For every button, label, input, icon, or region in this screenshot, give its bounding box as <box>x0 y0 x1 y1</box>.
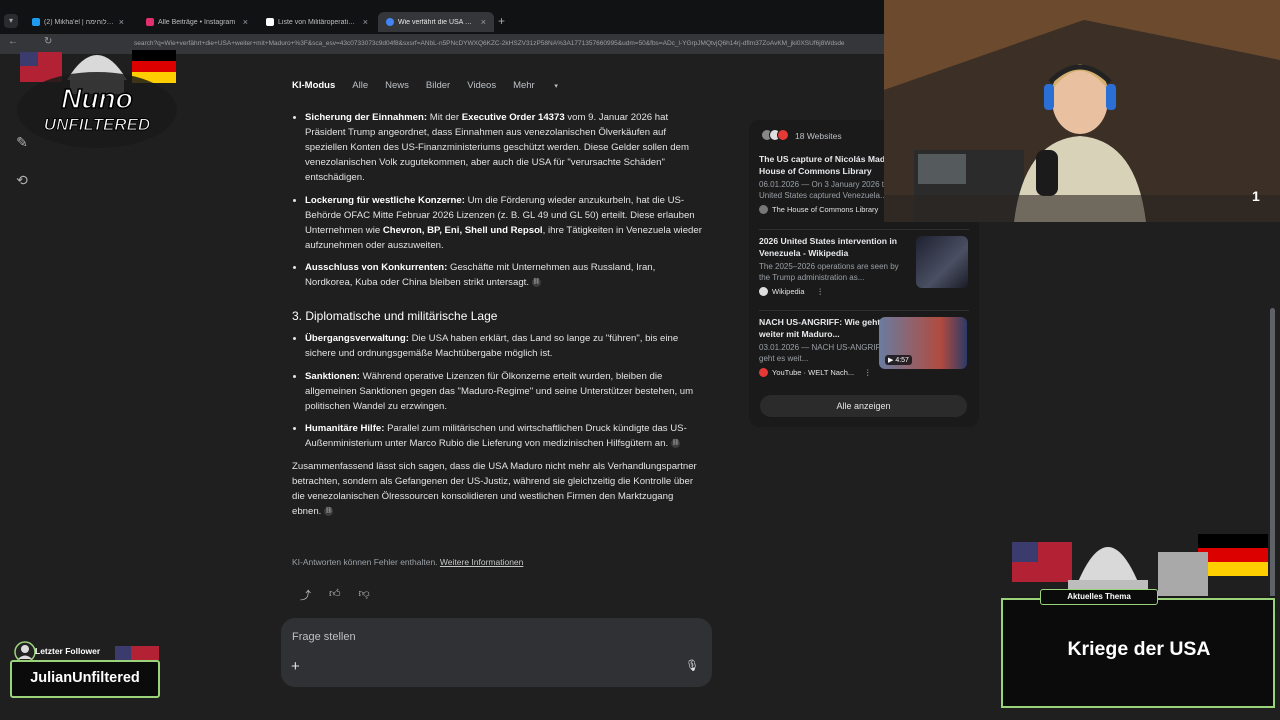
tab-bilder[interactable]: Bilder <box>426 80 450 94</box>
answer-list-economy: Sicherung der Einnahmen: Mit der Executi… <box>292 110 704 290</box>
source-origin: Wikipedia ⋮ <box>759 287 969 296</box>
more-options-icon[interactable]: ⋮ <box>817 287 825 296</box>
cam-counter: 1 <box>1252 188 1260 204</box>
logo-line-1: Nuno <box>61 83 133 114</box>
item-bold: Humanitäre Hilfe: <box>305 423 385 434</box>
tab-mehr[interactable]: Mehr ▾ <box>513 80 575 94</box>
plus-icon[interactable]: + <box>291 658 300 675</box>
item-bold-2: Executive Order 14373 <box>461 112 565 123</box>
channel-logo: Nuno UNFILTERED <box>17 50 177 148</box>
topic-text: Kriege der USA <box>1067 638 1211 660</box>
ai-answer: Sicherung der Einnahmen: Mit der Executi… <box>292 110 704 519</box>
video-thumbnail[interactable]: ▶ 4:57 <box>879 317 967 369</box>
thumbs-down-icon[interactable]: 👎︎ <box>359 587 370 603</box>
item-text: Während operative Lizenzen für Ölkonzern… <box>305 370 694 412</box>
source-origin-name: The House of Commons Library <box>772 205 879 214</box>
url-text[interactable]: search?q=Wie+verfährt+die+USA+weiter+mit… <box>134 37 894 51</box>
tab-search-button[interactable]: ▾ <box>4 14 18 28</box>
tab-2[interactable]: Alle Beiträge • Instagram × <box>138 12 256 32</box>
tab-3-favicon-icon <box>266 18 274 26</box>
item-bold: Sicherung der Einnahmen: <box>305 112 428 123</box>
divider <box>759 229 969 230</box>
show-all-button[interactable]: Alle anzeigen <box>760 395 967 417</box>
item-bold: Ausschluss von Konkurrenten: <box>305 262 448 273</box>
feedback-bar: ⤴ 👍︎ 👎︎ <box>300 587 370 603</box>
tab-2-favicon-icon <box>146 18 154 26</box>
item-text: Mit der <box>427 112 462 123</box>
source-origin-name: YouTube · WELT Nach... <box>772 368 855 377</box>
list-item: Lockerung für westliche Konzerne: Um die… <box>305 193 704 253</box>
logo-line-2: UNFILTERED <box>44 115 150 134</box>
divider <box>759 310 969 311</box>
tab-videos[interactable]: Videos <box>467 80 496 94</box>
section-heading: 3. Diplomatische und militärische Lage <box>292 309 498 323</box>
answer-list-diplomacy: Übergangsverwaltung: Die USA haben erklä… <box>292 331 704 451</box>
list-item: Sanktionen: Während operative Lizenzen f… <box>305 369 704 414</box>
source-title[interactable]: 2026 United States intervention in Venez… <box>759 236 906 259</box>
tab-alle[interactable]: Alle <box>352 80 368 94</box>
list-item: Übergangsverwaltung: Die USA haben erklä… <box>305 331 704 361</box>
thumbs-up-icon[interactable]: 👍︎ <box>329 587 341 603</box>
tab-4-title: Wie verfährt die USA weiter mit <box>398 18 477 26</box>
close-icon[interactable]: × <box>119 17 124 27</box>
item-bold: Sanktionen: <box>305 370 360 382</box>
duration-text: 4:57 <box>895 357 909 364</box>
source-card[interactable]: NACH US-ANGRIFF: Wie geht es weiter mit … <box>759 317 969 377</box>
new-tab-button[interactable]: + <box>498 14 505 28</box>
tab-1[interactable]: (2) Mikha'el | דרך לוהימה × <box>24 12 132 32</box>
sources-header[interactable]: 18 Websites <box>761 129 842 143</box>
tab-mehr-label: Mehr <box>513 80 535 91</box>
source-card[interactable]: 2026 United States intervention in Venez… <box>759 236 969 296</box>
wikipedia-icon <box>759 287 768 296</box>
microphone-icon[interactable]: 🎙︎ <box>685 659 699 672</box>
source-origin-name: Wikipedia <box>772 287 805 296</box>
chevron-down-icon: ▾ <box>554 83 558 90</box>
item-bold-2: Chevron, BP, Eni, Shell und Repsol <box>382 224 543 236</box>
source-snippet: The 2025–2026 operations are seen by the… <box>759 262 899 282</box>
history-icon[interactable]: ⟲ <box>12 170 32 190</box>
close-icon[interactable]: × <box>243 17 248 27</box>
list-item: Humanitäre Hilfe: Parallel zum militäris… <box>305 421 704 451</box>
item-bold: Übergangsverwaltung: <box>305 333 409 344</box>
tab-news[interactable]: News <box>385 80 409 94</box>
source-favicons <box>761 129 789 143</box>
video-duration: ▶ 4:57 <box>885 355 912 365</box>
topic-label: Aktuelles Thema <box>1040 589 1158 605</box>
tab-3[interactable]: Liste von Militäroperationen de × <box>258 12 376 32</box>
disclaimer-text: KI-Antworten können Fehler enthalten. <box>292 557 438 567</box>
tab-2-title: Alle Beiträge • Instagram <box>158 18 236 26</box>
link-icon[interactable]: ⛓ <box>531 277 541 287</box>
sources-count: 18 Websites <box>795 131 842 141</box>
tab-1-favicon-icon <box>32 18 40 26</box>
link-icon[interactable]: ⛓ <box>671 438 681 448</box>
tab-1-title: (2) Mikha'el | דרך לוהימה <box>44 18 115 26</box>
ask-input[interactable]: Frage stellen <box>292 631 356 643</box>
follower-label: Letzter Follower <box>35 646 101 656</box>
close-icon[interactable]: × <box>363 17 368 27</box>
youtube-icon <box>759 368 768 377</box>
close-icon[interactable]: × <box>481 17 486 27</box>
summary-paragraph: Zusammenfassend lässt sich sagen, dass d… <box>292 459 704 519</box>
follower-name: JulianUnfiltered <box>30 670 140 686</box>
search-tabs: KI-Modus Alle News Bilder Videos Mehr ▾ <box>292 80 592 94</box>
more-info-link[interactable]: Weitere Informationen <box>440 557 523 567</box>
more-options-icon[interactable]: ⋮ <box>864 368 872 377</box>
webcam-scene <box>884 0 1280 222</box>
ai-disclaimer: KI-Antworten können Fehler enthalten. We… <box>292 557 523 567</box>
webcam-feed <box>884 0 1280 222</box>
item-bold: Lockerung für westliche Konzerne: <box>305 194 465 206</box>
tab-4-favicon-icon <box>386 18 394 26</box>
source-thumbnail <box>916 236 968 288</box>
share-icon[interactable]: ⤴ <box>300 587 311 603</box>
link-icon[interactable]: ⛓ <box>324 506 334 516</box>
source-favicon-icon <box>759 205 768 214</box>
tab-ki-modus[interactable]: KI-Modus <box>292 80 335 94</box>
ask-box[interactable]: Frage stellen + 🎙︎ <box>281 618 712 687</box>
tab-3-title: Liste von Militäroperationen de <box>278 18 359 26</box>
list-item: Sicherung der Einnahmen: Mit der Executi… <box>305 110 704 185</box>
list-item: Ausschluss von Konkurrenten: Geschäfte m… <box>305 260 704 290</box>
summary-text: Zusammenfassend lässt sich sagen, dass d… <box>292 461 697 517</box>
source-origin: YouTube · WELT Nach... ⋮ <box>759 368 969 377</box>
tab-4-active[interactable]: Wie verfährt die USA weiter mit × <box>378 12 494 32</box>
